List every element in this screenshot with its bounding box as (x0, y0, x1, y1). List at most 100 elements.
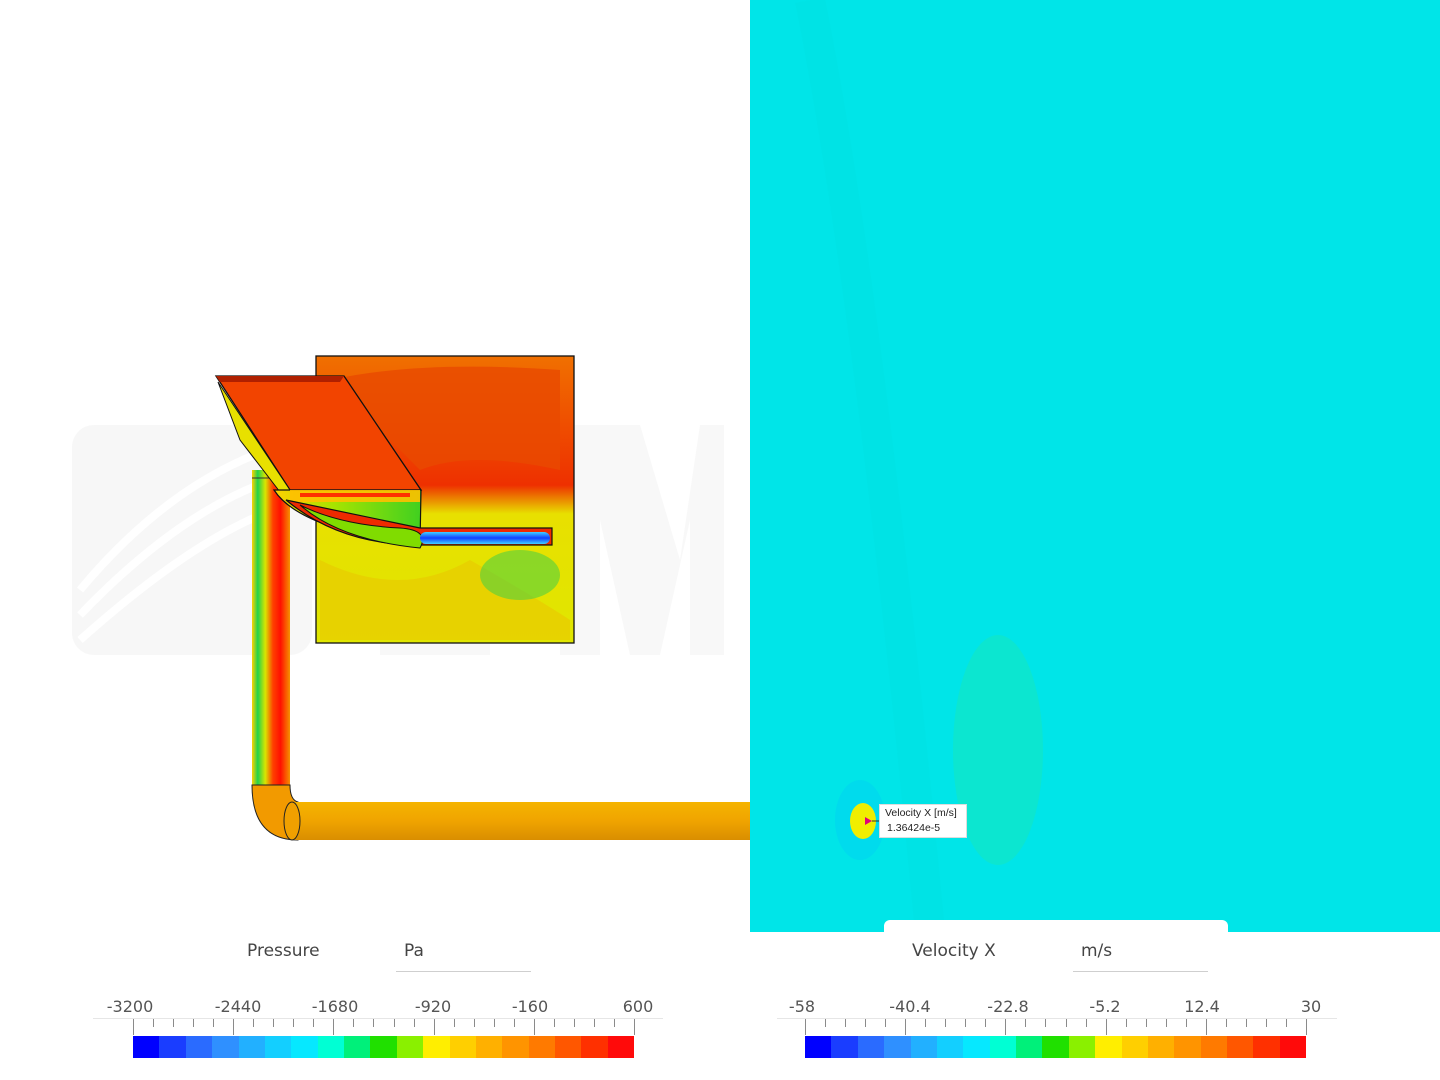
legend-tick-mark (634, 1019, 635, 1035)
legend-tick-mark (1205, 1019, 1207, 1035)
legend-tick-mark (193, 1019, 195, 1027)
legend-tick-mark (593, 1019, 595, 1027)
colorbar-swatch (264, 1036, 292, 1058)
colorbar-swatch (607, 1036, 635, 1058)
pressure-legend-ruler (93, 1018, 663, 1036)
legend-tick-mark (273, 1019, 275, 1027)
legend-tick-mark (1285, 1019, 1287, 1027)
colorbar-swatch (238, 1036, 265, 1058)
colorbar-swatch (502, 1036, 529, 1058)
legend-tick-mark (1306, 1019, 1307, 1035)
legend-tick-mark (1185, 1019, 1187, 1027)
legend-title-velocity: Velocity X (912, 941, 996, 961)
pressure-3d-viewport[interactable] (0, 0, 750, 932)
colorbar-swatch (1121, 1036, 1148, 1058)
legend-tick-mark (533, 1019, 535, 1035)
legend-tick-mark (133, 1019, 134, 1035)
legend-tick-mark (573, 1019, 575, 1027)
legend-tick-mark (945, 1019, 947, 1027)
legend-tick-mark (1085, 1019, 1087, 1027)
legend-tick-mark (393, 1019, 395, 1027)
legend-tick-mark (313, 1019, 315, 1027)
legend-tick-mark (493, 1019, 495, 1027)
legend-tick-mark (1145, 1019, 1147, 1027)
colorbar-swatch (528, 1036, 555, 1058)
legend-tick-mark (1165, 1019, 1167, 1027)
velocity-tick-label: 12.4 (1184, 997, 1220, 1016)
colorbar-swatch (1042, 1036, 1069, 1058)
velocity-tick-label: -40.4 (889, 997, 931, 1016)
probe-tooltip: Velocity X [m/s] 1.36424e-5 (879, 804, 967, 838)
legend-tick-mark (1245, 1019, 1247, 1027)
legend-panel-tab (884, 920, 1228, 934)
colorbar-swatch (449, 1036, 476, 1058)
legend-tick-mark (413, 1019, 415, 1027)
pressure-tick-label: -160 (511, 997, 549, 1016)
probe-label-text: Velocity X [m/s] (885, 807, 957, 819)
colorbar-swatch (475, 1036, 503, 1058)
colorbar-swatch (831, 1036, 858, 1058)
legend-tick-mark (373, 1019, 375, 1027)
colorbar-swatch (423, 1036, 450, 1058)
colorbar-swatch (805, 1036, 832, 1058)
legend-tick-mark (1065, 1019, 1067, 1027)
legend-tick-mark (353, 1019, 355, 1027)
colorbar-swatch (936, 1036, 964, 1058)
legend-tick-mark (845, 1019, 847, 1027)
legend-tick-mark (453, 1019, 455, 1027)
probe-value-text: 1.36424e-5 (887, 822, 941, 834)
legend-tick-mark (213, 1019, 215, 1027)
colorbar-swatch (370, 1036, 397, 1058)
pressure-tick-label: 600 (622, 997, 654, 1016)
legend-tick-mark (613, 1019, 615, 1027)
inlet-pipe-horizontal (292, 802, 750, 840)
legend-tick-mark (985, 1019, 987, 1027)
colorbar-swatch (1095, 1036, 1122, 1058)
legend-tick-mark (925, 1019, 927, 1027)
velocity-tick-label: -5.2 (1089, 997, 1121, 1016)
legend-tick-mark (173, 1019, 175, 1027)
pressure-tick-label: -1680 (311, 997, 359, 1016)
colorbar-swatch (555, 1036, 582, 1058)
legend-tick-mark (473, 1019, 475, 1027)
legend-unit-pressure: Pa (404, 941, 424, 961)
colorbar-swatch (317, 1036, 344, 1058)
pressure-tick-label: -3200 (106, 997, 154, 1016)
colorbar-swatch (212, 1036, 239, 1058)
colorbar-swatch (396, 1036, 424, 1058)
velocity-colorbar (805, 1036, 1307, 1058)
legend-tick-mark (293, 1019, 295, 1027)
legend-tick-mark (553, 1019, 555, 1027)
legend-tick-mark (1225, 1019, 1227, 1027)
low-pressure-strip (420, 532, 550, 544)
colorbar-swatch (910, 1036, 937, 1058)
legend-tick-mark (1125, 1019, 1127, 1027)
colorbar-swatch (963, 1036, 990, 1058)
legend-tick-mark (253, 1019, 255, 1027)
colorbar-swatch (1147, 1036, 1175, 1058)
legend-tick-mark (1025, 1019, 1027, 1027)
legend-underline (1073, 971, 1208, 972)
legend-tick-mark (233, 1019, 235, 1035)
legend-tick-mark (1265, 1019, 1267, 1027)
velocity-tick-label: -58 (788, 997, 816, 1016)
colorbar-swatch (344, 1036, 371, 1058)
legend-title-pressure: Pressure (247, 941, 320, 961)
colorbar-swatch (989, 1036, 1016, 1058)
velocity-contour-plot (750, 0, 1440, 932)
legend-underline (396, 971, 531, 972)
legend-tick-mark (333, 1019, 335, 1035)
colorbar-swatch (291, 1036, 318, 1058)
pressure-tick-label: -2440 (214, 997, 262, 1016)
colorbar-swatch (581, 1036, 608, 1058)
velocity-legend-ruler (777, 1018, 1337, 1036)
legend-tick-mark (865, 1019, 867, 1027)
legend-tick-mark (513, 1019, 515, 1027)
legend-tick-mark (1005, 1019, 1007, 1035)
colorbar-swatch (133, 1036, 160, 1058)
colorbar-swatch (1068, 1036, 1096, 1058)
velocity-slice-viewport[interactable] (750, 0, 1440, 932)
velocity-tick-label: 30 (1300, 997, 1322, 1016)
legend-tick-mark (885, 1019, 887, 1027)
colorbar-swatch (1174, 1036, 1201, 1058)
